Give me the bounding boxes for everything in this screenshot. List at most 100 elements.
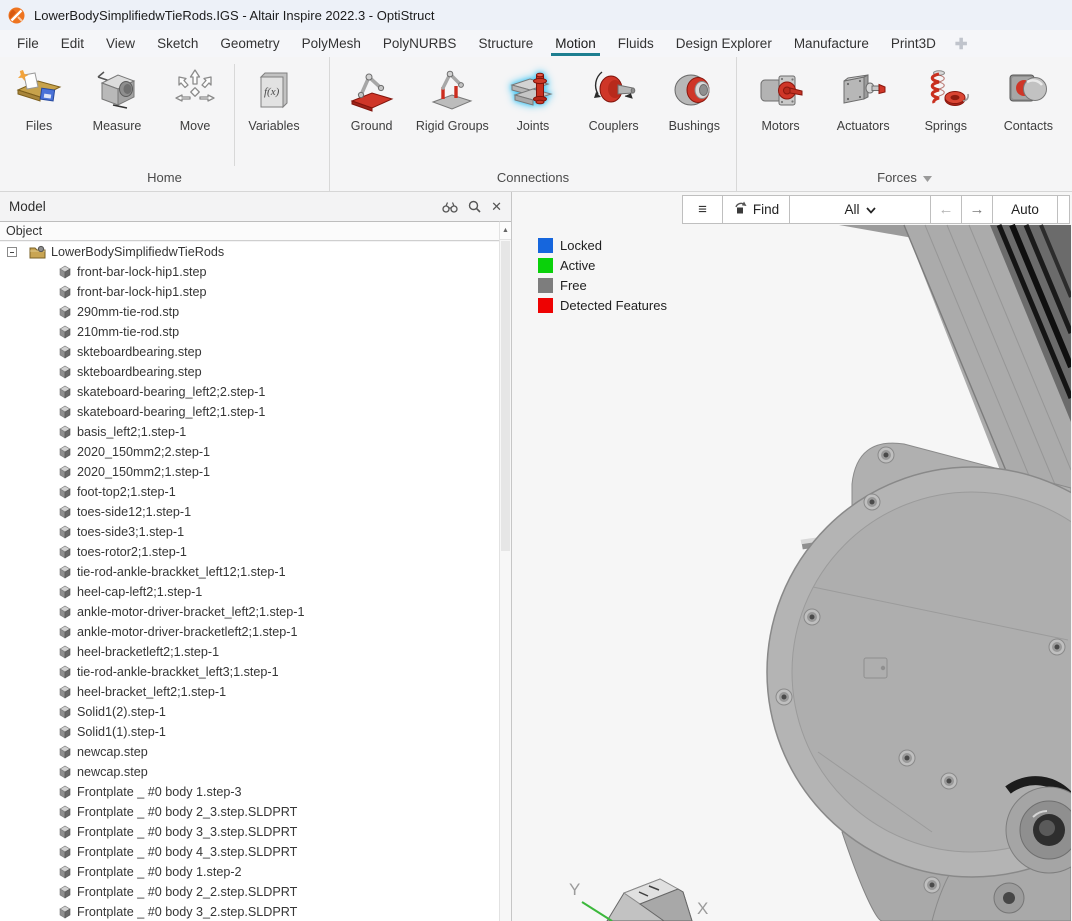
menu-item-fluids[interactable]: Fluids xyxy=(607,30,665,57)
tree-item-row[interactable]: ankle-motor-driver-bracket_left2;1.step-… xyxy=(0,602,499,622)
motion-legend: LockedActiveFreeDetected Features xyxy=(538,238,667,313)
tree-item-row[interactable]: Frontplate _ #0 body 2_2.step.SLDPRT xyxy=(0,882,499,902)
find-button[interactable]: Find xyxy=(722,195,790,224)
menu-item-polymesh[interactable]: PolyMesh xyxy=(291,30,372,57)
part-cube-icon xyxy=(58,685,72,699)
ribbon-button-files[interactable]: Files xyxy=(0,62,78,133)
part-cube-icon xyxy=(58,585,72,599)
menu-item-geometry[interactable]: Geometry xyxy=(209,30,290,57)
tree-item-row[interactable]: foot-top2;1.step-1 xyxy=(0,482,499,502)
menu-item-motion[interactable]: Motion xyxy=(544,30,607,57)
tree-item-row[interactable]: toes-rotor2;1.step-1 xyxy=(0,542,499,562)
close-icon[interactable]: ✕ xyxy=(491,200,502,213)
tree-item-row[interactable]: Frontplate _ #0 body 1.step-2 xyxy=(0,862,499,882)
binoculars-icon[interactable] xyxy=(442,201,458,213)
tree-column-header[interactable]: Object xyxy=(0,221,499,241)
ribbon-button-label: Joints xyxy=(517,119,550,133)
tree-item-row[interactable]: basis_left2;1.step-1 xyxy=(0,422,499,442)
plus-icon[interactable]: ✚ xyxy=(947,30,976,57)
menu-item-polynurbs[interactable]: PolyNURBS xyxy=(372,30,468,57)
ribbon-button-actuators[interactable]: Actuators xyxy=(824,62,902,133)
tree-item-row[interactable]: Solid1(1).step-1 xyxy=(0,722,499,742)
find-next-button[interactable]: → xyxy=(961,195,993,224)
part-cube-icon xyxy=(58,645,72,659)
tree-item-row[interactable]: Frontplate _ #0 body 1.step-3 xyxy=(0,782,499,802)
tree-root-label: LowerBodySimplifiedwTieRods xyxy=(51,245,224,259)
tree-item-row[interactable]: front-bar-lock-hip1.step xyxy=(0,262,499,282)
part-cube-icon xyxy=(58,265,72,279)
tree-item-label: 2020_150mm2;2.step-1 xyxy=(77,445,210,459)
tree-item-row[interactable]: toes-side3;1.step-1 xyxy=(0,522,499,542)
scrollbar-up-icon[interactable]: ▲ xyxy=(500,222,511,240)
ribbon-button-motors[interactable]: Motors xyxy=(742,62,820,133)
menu-item-edit[interactable]: Edit xyxy=(50,30,95,57)
find-previous-button[interactable]: ← xyxy=(930,195,962,224)
group-label-text: Forces xyxy=(877,170,917,185)
tree-item-label: basis_left2;1.step-1 xyxy=(77,425,186,439)
ribbon-button-rigid-groups[interactable]: Rigid Groups xyxy=(413,62,491,133)
group-dropdown-caret-icon[interactable] xyxy=(923,170,932,185)
ribbon-button-springs[interactable]: Springs xyxy=(907,62,985,133)
tree-item-row[interactable]: Frontplate _ #0 body 3_3.step.SLDPRT xyxy=(0,822,499,842)
window-title: LowerBodySimplifiedwTieRods.IGS - Altair… xyxy=(34,8,435,23)
tree-item-row[interactable]: tie-rod-ankle-brackket_left3;1.step-1 xyxy=(0,662,499,682)
menu-item-print3d[interactable]: Print3D xyxy=(880,30,947,57)
tree-item-row[interactable]: tie-rod-ankle-brackket_left12;1.step-1 xyxy=(0,562,499,582)
tree-item-row[interactable]: skateboard-bearing_left2;1.step-1 xyxy=(0,402,499,422)
ribbon-group-home: FilesMeasureMovef(x)VariablesHome xyxy=(0,57,330,191)
menu-item-manufacture[interactable]: Manufacture xyxy=(783,30,880,57)
find-filter-dropdown[interactable]: All xyxy=(789,195,931,224)
tree-item-row[interactable]: newcap.step xyxy=(0,742,499,762)
tree-item-row[interactable]: ankle-motor-driver-bracketleft2;1.step-1 xyxy=(0,622,499,642)
ribbon-button-measure[interactable]: Measure xyxy=(78,62,156,133)
collapse-expander-icon[interactable] xyxy=(7,247,17,257)
tree-item-row[interactable]: skteboardbearing.step xyxy=(0,362,499,382)
toolbar-partial-button[interactable] xyxy=(1057,195,1070,224)
part-cube-icon xyxy=(58,705,72,719)
tree-item-row[interactable]: newcap.step xyxy=(0,762,499,782)
magnifier-icon[interactable] xyxy=(468,200,481,213)
tree-item-row[interactable]: front-bar-lock-hip1.step xyxy=(0,282,499,302)
menu-item-structure[interactable]: Structure xyxy=(467,30,544,57)
tree-item-row[interactable]: heel-cap-left2;1.step-1 xyxy=(0,582,499,602)
ribbon-button-bushings[interactable]: Bushings xyxy=(655,62,733,133)
tree-item-label: front-bar-lock-hip1.step xyxy=(77,285,207,299)
tree-item-row[interactable]: 290mm-tie-rod.stp xyxy=(0,302,499,322)
tree-item-row[interactable]: skateboard-bearing_left2;2.step-1 xyxy=(0,382,499,402)
tree-item-row[interactable]: skteboardbearing.step xyxy=(0,342,499,362)
rigid-groups-icon xyxy=(426,64,478,116)
tree-item-row[interactable]: Frontplate _ #0 body 3_2.step.SLDPRT xyxy=(0,902,499,921)
scrollbar-thumb[interactable] xyxy=(501,241,510,551)
menu-item-design-explorer[interactable]: Design Explorer xyxy=(665,30,783,57)
ribbon-button-move[interactable]: Move xyxy=(156,62,234,133)
tree-item-row[interactable]: heel-bracket_left2;1.step-1 xyxy=(0,682,499,702)
tree-item-row[interactable]: toes-side12;1.step-1 xyxy=(0,502,499,522)
tree-item-row[interactable]: Solid1(2).step-1 xyxy=(0,702,499,722)
ribbon-button-couplers[interactable]: Couplers xyxy=(575,62,653,133)
tree-item-row[interactable]: Frontplate _ #0 body 2_3.step.SLDPRT xyxy=(0,802,499,822)
tree-item-row[interactable]: 210mm-tie-rod.stp xyxy=(0,322,499,342)
tree-item-row[interactable]: Frontplate _ #0 body 4_3.step.SLDPRT xyxy=(0,842,499,862)
legend-swatch-active xyxy=(538,258,553,273)
menu-item-view[interactable]: View xyxy=(95,30,146,57)
tree-item-label: heel-bracketleft2;1.step-1 xyxy=(77,645,219,659)
tree-item-label: skteboardbearing.step xyxy=(77,365,202,379)
legend-row-locked: Locked xyxy=(538,238,667,253)
viewport-3d[interactable]: Y X ≡ Find All ← xyxy=(512,192,1072,921)
auto-button[interactable]: Auto xyxy=(992,195,1058,224)
toolbar-menu-button[interactable]: ≡ xyxy=(682,195,723,224)
ribbon-button-variables[interactable]: f(x)Variables xyxy=(235,62,313,133)
ribbon-button-contacts[interactable]: Contacts xyxy=(989,62,1067,133)
ribbon-button-ground[interactable]: Ground xyxy=(333,62,411,133)
tree-item-row[interactable]: 2020_150mm2;2.step-1 xyxy=(0,442,499,462)
menu-item-sketch[interactable]: Sketch xyxy=(146,30,209,57)
menu-item-file[interactable]: File xyxy=(6,30,50,57)
tree-scrollbar[interactable]: ▲ xyxy=(499,221,511,921)
tree-item-row[interactable]: 2020_150mm2;1.step-1 xyxy=(0,462,499,482)
tree-item-row[interactable]: heel-bracketleft2;1.step-1 xyxy=(0,642,499,662)
legend-row-free: Free xyxy=(538,278,667,293)
ribbon-button-joints[interactable]: Joints xyxy=(494,62,572,133)
tree-root-row[interactable]: LowerBodySimplifiedwTieRods xyxy=(0,242,499,262)
legend-label: Detected Features xyxy=(560,298,667,313)
ribbon-group-label-forces[interactable]: Forces xyxy=(737,170,1072,185)
